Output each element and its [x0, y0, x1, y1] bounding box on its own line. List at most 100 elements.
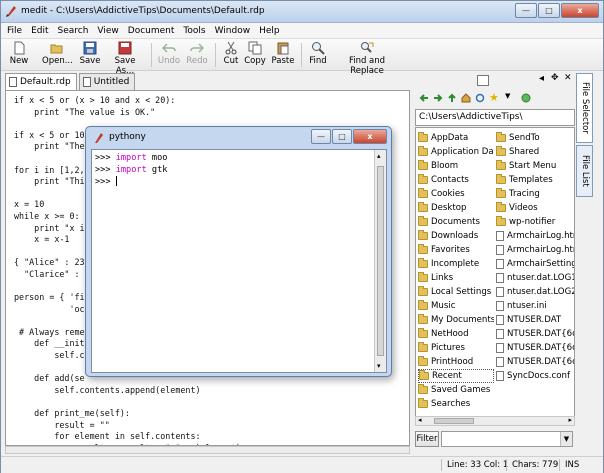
menu-view[interactable]: View: [97, 23, 118, 38]
tab-default-rdp[interactable]: Default.rdp: [5, 73, 77, 90]
file-item[interactable]: ntuser.dat.LOG1: [496, 271, 574, 285]
folder-item[interactable]: Saved Games: [418, 383, 494, 397]
folder-item[interactable]: Local Settings: [418, 285, 494, 299]
panel-pin-icon[interactable]: ✥: [551, 73, 559, 83]
folder-item[interactable]: Links: [418, 271, 494, 285]
file-item[interactable]: ArmchairSettings: [496, 257, 574, 271]
file-name: ntuser.dat.LOG2: [507, 286, 574, 297]
up-arrow-icon[interactable]: [447, 93, 457, 103]
filter-input[interactable]: ▼: [441, 431, 573, 447]
scrollbar-thumb[interactable]: [434, 418, 474, 424]
bookmark-dropdown-icon[interactable]: ▼: [505, 92, 515, 102]
folder-item[interactable]: Bloom: [418, 159, 494, 173]
python-close-button[interactable]: x: [353, 129, 387, 144]
folder-item[interactable]: My Documents: [418, 313, 494, 327]
scroll-down-icon[interactable]: ▾: [377, 362, 381, 370]
file-item[interactable]: NTUSER.DAT: [496, 313, 574, 327]
forward-arrow-icon[interactable]: [433, 93, 443, 103]
refresh-icon[interactable]: [475, 93, 485, 103]
menu-window[interactable]: Window: [215, 23, 251, 38]
python-console-text[interactable]: >>> import moo >>> import gtk >>>: [95, 153, 167, 189]
folder-item[interactable]: Templates: [496, 173, 574, 187]
home-icon[interactable]: [461, 93, 471, 103]
menu-edit[interactable]: Edit: [31, 23, 48, 38]
bookmark-star-icon[interactable]: ★: [489, 91, 499, 104]
file-item[interactable]: ntuser.dat.LOG2: [496, 285, 574, 299]
file-item[interactable]: NTUSER.DAT{6cc: [496, 327, 574, 341]
panel-float-icon[interactable]: [477, 75, 489, 86]
folder-item[interactable]: Videos: [496, 201, 574, 215]
copy-button[interactable]: Copy: [244, 41, 266, 66]
file-item[interactable]: NTUSER.DAT{6cc: [496, 341, 574, 355]
file-item[interactable]: ArmchairLog.htm: [496, 229, 574, 243]
tab-file-list[interactable]: File List: [576, 145, 593, 197]
menu-search[interactable]: Search: [58, 23, 89, 38]
folder-item[interactable]: Start Menu: [496, 159, 574, 173]
title-bar[interactable]: medit - C:\Users\AddictiveTips\Documents…: [1, 1, 603, 23]
save-as-button[interactable]: Save As...: [105, 41, 145, 76]
file-item[interactable]: SyncDocs.conf: [496, 369, 574, 383]
folder-item[interactable]: Downloads: [418, 229, 494, 243]
tab-untitled[interactable]: Untitled: [78, 73, 136, 90]
python-console-titlebar[interactable]: pythony — □ x: [86, 127, 391, 147]
folder-item[interactable]: NetHood: [418, 327, 494, 341]
scrollbar-thumb[interactable]: [377, 166, 384, 356]
folder-item[interactable]: Searches: [418, 397, 494, 411]
folder-item[interactable]: Shared: [496, 145, 574, 159]
go-icon[interactable]: [521, 93, 531, 103]
save-button[interactable]: Save: [79, 41, 101, 66]
minimize-button[interactable]: —: [515, 3, 537, 18]
redo-button[interactable]: Redo: [185, 41, 209, 66]
find-replace-button[interactable]: Find and Replace: [332, 41, 402, 76]
panel-close-icon[interactable]: ✕: [564, 73, 572, 83]
menu-help[interactable]: Help: [259, 23, 280, 38]
find-button[interactable]: Find: [307, 41, 329, 66]
folder-item[interactable]: Incomplete: [418, 257, 494, 271]
folder-item[interactable]: Pictures: [418, 341, 494, 355]
folder-item[interactable]: Music: [418, 299, 494, 313]
folder-item[interactable]: Application Data: [418, 145, 494, 159]
scroll-left-icon[interactable]: ◂: [418, 416, 422, 424]
folder-item[interactable]: Cookies: [418, 187, 494, 201]
file-item[interactable]: ArmchairLog.htm: [496, 243, 574, 257]
maximize-button[interactable]: □: [538, 3, 560, 18]
path-field[interactable]: C:\Users\AddictiveTips\: [415, 109, 575, 126]
folder-item[interactable]: Favorites: [418, 243, 494, 257]
folder-item[interactable]: Tracing: [496, 187, 574, 201]
folder-item[interactable]: Desktop: [418, 201, 494, 215]
scroll-up-icon[interactable]: ▴: [377, 152, 381, 160]
close-button[interactable]: x: [561, 3, 599, 18]
folder-icon: [418, 174, 428, 184]
filter-button[interactable]: Filter: [415, 431, 439, 447]
folder-item[interactable]: Contacts: [418, 173, 494, 187]
file-item[interactable]: ntuser.ini: [496, 299, 574, 313]
file-item[interactable]: NTUSER.DAT{6cc: [496, 355, 574, 369]
menu-file[interactable]: File: [7, 23, 22, 38]
new-button[interactable]: New: [7, 41, 31, 66]
folder-item[interactable]: Documents: [418, 215, 494, 229]
open-button[interactable]: Open...: [42, 41, 73, 66]
file-list[interactable]: AppData Application Data Bloom Contacts Cook…: [415, 127, 575, 419]
python-maximize-button[interactable]: □: [332, 129, 352, 144]
folder-item[interactable]: PrintHood: [418, 355, 494, 369]
filter-dropdown-icon[interactable]: ▼: [560, 432, 572, 446]
cut-button[interactable]: Cut: [221, 41, 241, 66]
scroll-right-icon[interactable]: ▸: [568, 416, 572, 424]
python-minimize-button[interactable]: —: [311, 129, 331, 144]
file-icon: [496, 315, 504, 325]
folder-item[interactable]: AppData: [418, 131, 494, 145]
python-console-scrollbar[interactable]: ▴ ▾: [374, 150, 386, 372]
menu-document[interactable]: Document: [128, 23, 175, 38]
tab-file-selector[interactable]: File Selector: [576, 73, 593, 143]
folder-item[interactable]: SendTo: [496, 131, 574, 145]
editor-horizontal-scrollbar[interactable]: [5, 446, 410, 454]
python-console-output[interactable]: >>> import moo >>> import gtk >>> ▴ ▾: [91, 149, 387, 373]
paste-button[interactable]: Paste: [271, 41, 295, 66]
file-list-horizontal-scrollbar[interactable]: ◂ ▸: [415, 416, 575, 426]
back-arrow-icon[interactable]: [419, 93, 429, 103]
undo-button[interactable]: Undo: [157, 41, 181, 66]
menu-tools[interactable]: Tools: [183, 23, 205, 38]
panel-arrow-icon[interactable]: ◂: [539, 73, 544, 84]
folder-item[interactable]: Recent: [418, 369, 494, 383]
folder-item[interactable]: wp-notifier: [496, 215, 574, 229]
